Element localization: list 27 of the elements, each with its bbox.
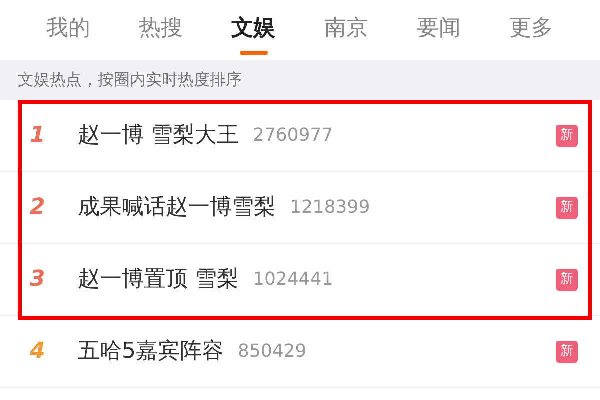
new-badge: 新 <box>556 124 578 146</box>
tab[interactable]: 我的 <box>22 0 115 60</box>
rank-number: 1 <box>30 122 46 150</box>
topic-title[interactable]: 赵一博置顶 雪梨 <box>78 263 239 296</box>
heat-count: 1024441 <box>253 268 334 292</box>
subtitle-bar: 文娱热点，按圈内实时热度排序 <box>0 60 600 100</box>
new-badge: 新 <box>556 268 578 290</box>
topic-title[interactable]: 成果喊话赵一博雪梨 <box>78 191 276 224</box>
heat-count: 1218399 <box>290 196 370 220</box>
list-row[interactable]: 4 五哈5嘉宾阵容 850429 新 <box>0 316 600 388</box>
tab[interactable]: 更多 <box>485 0 578 60</box>
tab[interactable]: 热搜 <box>114 0 208 60</box>
topic-title[interactable]: 赵一博 雪梨大王 <box>78 119 239 152</box>
list-row[interactable]: 1 赵一博 雪梨大王 2760977 新 <box>0 100 600 172</box>
new-badge: 新 <box>556 196 578 218</box>
list-row[interactable]: 3 赵一博置顶 雪梨 1024441 新 <box>0 244 600 316</box>
heat-count: 2760977 <box>253 124 334 148</box>
rank-number: 3 <box>30 266 46 294</box>
heat-count: 850429 <box>238 340 307 364</box>
rank-number: 2 <box>30 194 46 222</box>
tab[interactable]: 要闻 <box>392 0 486 60</box>
tab[interactable]: 南京 <box>300 0 393 60</box>
new-badge: 新 <box>556 340 578 362</box>
list-row[interactable]: 2 成果喊话赵一博雪梨 1218399 新 <box>0 172 600 244</box>
tab[interactable]: 文娱 <box>207 0 300 60</box>
rank-number: 4 <box>30 338 46 366</box>
topic-title[interactable]: 五哈5嘉宾阵容 <box>78 335 224 368</box>
